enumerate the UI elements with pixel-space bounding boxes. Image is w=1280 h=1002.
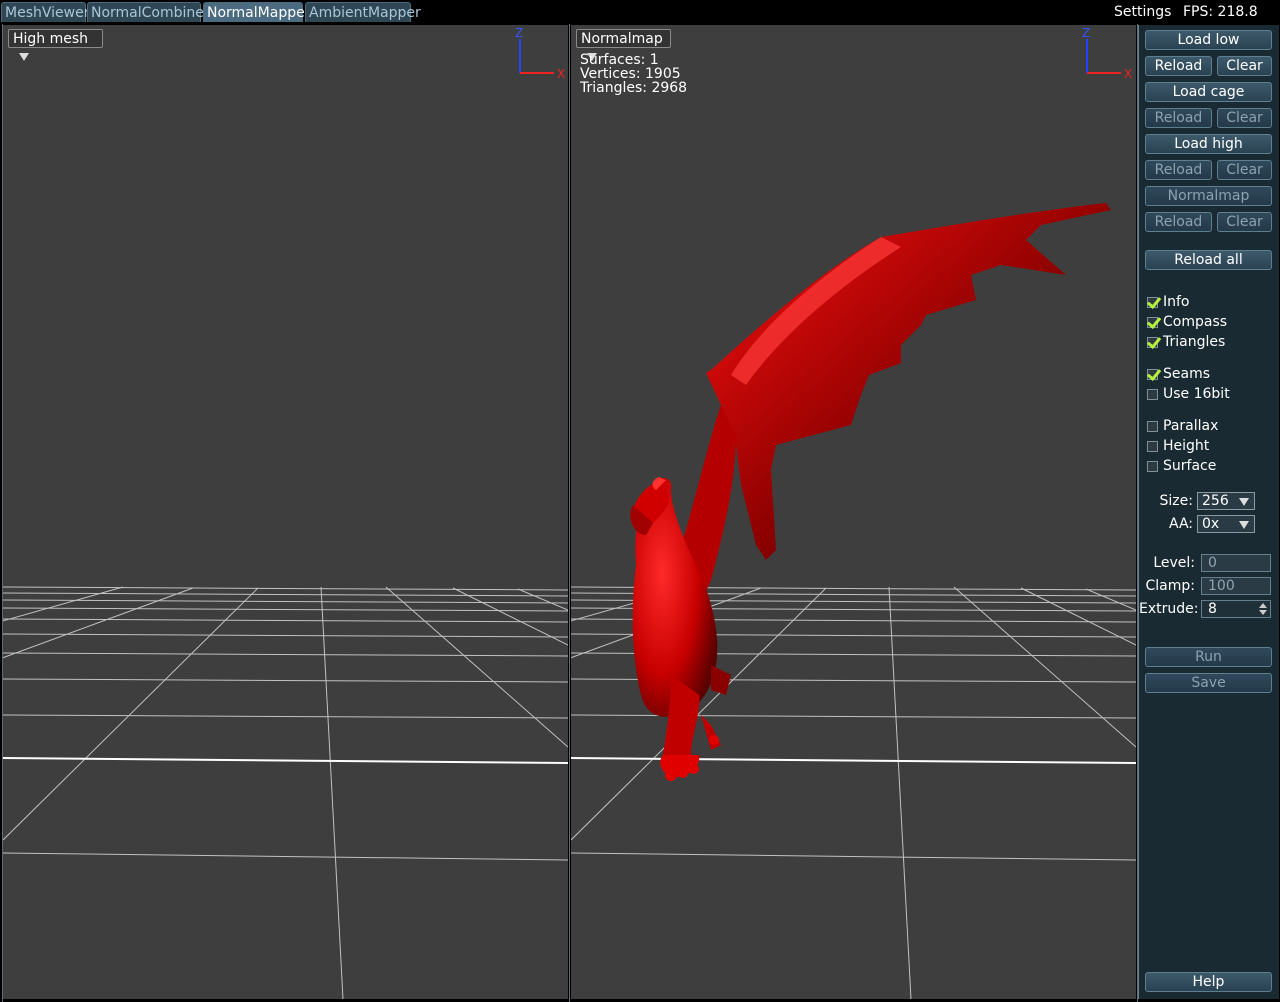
parallax-label: Parallax: [1163, 418, 1219, 434]
reload-all-button[interactable]: Reload all: [1145, 250, 1272, 270]
extrude-field[interactable]: 8: [1201, 600, 1271, 618]
size-value: 256: [1202, 493, 1229, 509]
reload-cage-button[interactable]: Reload: [1145, 108, 1212, 128]
seams-checkbox[interactable]: [1147, 369, 1158, 380]
info-checkbox[interactable]: [1147, 297, 1158, 308]
view-mode-label: High mesh: [13, 31, 89, 47]
load-high-button[interactable]: Load high: [1145, 134, 1272, 154]
clear-normalmap-button[interactable]: Clear: [1217, 212, 1272, 232]
surface-checkbox[interactable]: [1147, 461, 1158, 472]
extrude-label: Extrude:: [1139, 601, 1199, 617]
ground-grid: [3, 586, 568, 999]
help-button[interactable]: Help: [1145, 972, 1272, 992]
height-label: Height: [1163, 438, 1210, 454]
viewport-border-mid: [569, 24, 570, 1002]
use16bit-checkbox[interactable]: [1147, 389, 1158, 400]
load-low-button[interactable]: Load low: [1145, 30, 1272, 50]
triangles-label: Triangles: [1163, 334, 1226, 350]
tab-ambientmapper[interactable]: AmbientMapper: [305, 2, 421, 22]
size-select[interactable]: 256: [1197, 492, 1255, 510]
settings-button[interactable]: Settings: [1114, 2, 1171, 22]
aa-select[interactable]: 0x: [1197, 515, 1255, 533]
level-label: Level:: [1153, 555, 1195, 571]
mesh-info-overlay: Surfaces: 1 Vertices: 1905 Triangles: 29…: [580, 53, 687, 95]
top-bar: MeshViewer NormalCombiner NormalMapper A…: [0, 0, 1280, 24]
clear-low-button[interactable]: Clear: [1217, 56, 1272, 76]
compass-widget: Z X: [1082, 26, 1132, 81]
surfaces-count: Surfaces: 1: [580, 52, 659, 68]
height-checkbox[interactable]: [1147, 441, 1158, 452]
tab-meshviewer[interactable]: MeshViewer: [1, 2, 89, 22]
clamp-field[interactable]: 100: [1201, 577, 1271, 595]
right-viewport[interactable]: Normalmap Surfaces: 1 Vertices: 1905 Tri…: [571, 25, 1136, 999]
fps-readout: FPS: 218.8: [1183, 4, 1258, 20]
compass-label: Compass: [1163, 314, 1228, 330]
dragon-model: [630, 203, 1111, 781]
level-field[interactable]: 0: [1201, 554, 1271, 572]
reload-normalmap-button[interactable]: Reload: [1145, 212, 1212, 232]
chevron-down-icon: [19, 53, 29, 61]
run-button[interactable]: Run: [1145, 647, 1272, 667]
vertices-count: Vertices: 1905: [580, 66, 681, 82]
use16bit-label: Use 16bit: [1163, 386, 1230, 402]
tab-normalmapper[interactable]: NormalMapper: [203, 2, 310, 22]
view-mode-dropdown-left[interactable]: High mesh: [8, 29, 103, 61]
clamp-label: Clamp:: [1145, 578, 1196, 594]
spinner-arrows-icon[interactable]: [1258, 602, 1268, 616]
triangles-checkbox[interactable]: [1147, 337, 1158, 348]
parallax-checkbox[interactable]: [1147, 421, 1158, 432]
info-label: Info: [1163, 294, 1190, 310]
aa-value: 0x: [1202, 516, 1220, 532]
tab-normalcombiner[interactable]: NormalCombiner: [87, 2, 210, 22]
compass-checkbox[interactable]: [1147, 317, 1158, 328]
normalmap-button[interactable]: Normalmap: [1145, 186, 1272, 206]
reload-high-button[interactable]: Reload: [1145, 160, 1212, 180]
compass-x-label: X: [1124, 67, 1132, 81]
compass-z-label: Z: [515, 26, 523, 40]
load-cage-button[interactable]: Load cage: [1145, 82, 1272, 102]
view-mode-label: Normalmap: [581, 31, 663, 47]
surface-label: Surface: [1163, 458, 1217, 474]
control-panel: Load low Reload Clear Load cage Reload C…: [1138, 25, 1279, 999]
aa-label: AA:: [1168, 516, 1193, 532]
compass-z-label: Z: [1082, 26, 1090, 40]
save-button[interactable]: Save: [1145, 673, 1272, 693]
view-mode-dropdown-right[interactable]: Normalmap: [576, 29, 671, 61]
extrude-value: 8: [1208, 601, 1217, 617]
clear-high-button[interactable]: Clear: [1217, 160, 1272, 180]
seams-label: Seams: [1163, 366, 1211, 382]
compass-x-label: X: [557, 67, 565, 81]
chevron-down-icon: [1239, 521, 1249, 529]
reload-low-button[interactable]: Reload: [1145, 56, 1212, 76]
left-viewport[interactable]: High mesh Z X: [3, 25, 568, 999]
clear-cage-button[interactable]: Clear: [1217, 108, 1272, 128]
triangles-count: Triangles: 2968: [580, 80, 688, 96]
chevron-down-icon: [1239, 498, 1249, 506]
compass-widget: Z X: [515, 26, 565, 81]
size-label: Size:: [1159, 493, 1193, 509]
